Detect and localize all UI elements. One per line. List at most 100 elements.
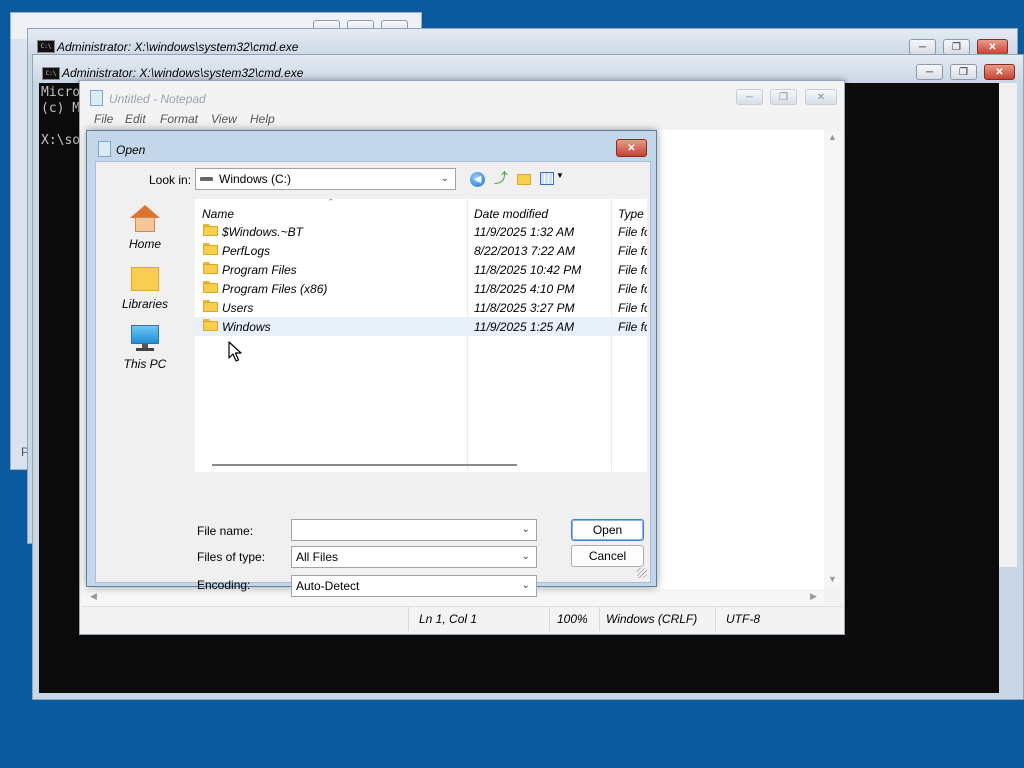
file-row[interactable]: Users 11/8/2025 3:27 PM File fo xyxy=(195,298,647,317)
cmd-1-minimize-button[interactable]: ─ xyxy=(909,39,936,55)
file-date: 11/8/2025 3:27 PM xyxy=(474,301,575,315)
cmd-window-2-title: Administrator: X:\windows\system32\cmd.e… xyxy=(62,66,304,80)
file-type: File fo xyxy=(618,320,647,334)
chevron-down-icon: ⌄ xyxy=(440,172,449,184)
file-row[interactable]: PerfLogs 8/22/2013 7:22 AM File fo xyxy=(195,241,647,260)
menu-view[interactable]: View xyxy=(211,112,237,126)
file-row[interactable]: Windows 11/9/2025 1:25 AM File fo xyxy=(195,317,647,336)
file-date: 11/9/2025 1:32 AM xyxy=(474,225,575,239)
file-row[interactable]: Program Files (x86) 11/8/2025 4:10 PM File… xyxy=(195,279,647,298)
scroll-down-icon[interactable]: ▼ xyxy=(828,574,837,584)
cmd-2-maximize-button[interactable]: ❐ xyxy=(950,64,977,80)
file-type: File fo xyxy=(618,301,647,315)
notepad-vertical-scrollbar[interactable]: ▲ ▼ xyxy=(824,130,841,589)
column-header-name[interactable]: Name xyxy=(202,207,234,221)
place-this-pc-label: This PC xyxy=(123,357,167,371)
files-of-type-value: All Files xyxy=(296,550,339,564)
column-header-date[interactable]: Date modified xyxy=(474,207,548,221)
file-date: 11/8/2025 10:42 PM xyxy=(474,263,582,277)
cancel-button[interactable]: Cancel xyxy=(571,545,644,567)
file-type: File fo xyxy=(618,282,647,296)
horizontal-scrollbar[interactable] xyxy=(212,464,517,466)
status-zoom: 100% xyxy=(557,612,588,626)
look-in-dropdown[interactable]: Windows (C:) ⌄ xyxy=(195,168,456,190)
status-divider xyxy=(715,607,716,631)
status-line-ending: Windows (CRLF) xyxy=(606,612,698,626)
file-type: File fo xyxy=(618,225,647,239)
notepad-icon xyxy=(90,90,103,106)
file-name: Windows xyxy=(222,320,271,334)
menu-file[interactable]: File xyxy=(94,112,113,126)
computer-icon xyxy=(128,325,162,353)
encoding-value: Auto-Detect xyxy=(296,579,360,593)
scroll-right-icon[interactable]: ▶ xyxy=(810,591,817,602)
file-name: PerfLogs xyxy=(222,244,271,258)
notepad-menubar: File Edit Format View Help xyxy=(80,109,844,129)
cmd-window-2-titlebar[interactable]: C:\ Administrator: X:\windows\system32\c… xyxy=(33,55,1023,81)
status-divider xyxy=(408,607,409,631)
encoding-dropdown[interactable]: Auto-Detect ⌄ xyxy=(291,575,537,597)
menu-help[interactable]: Help xyxy=(250,112,275,126)
open-dialog-titlebar[interactable]: Open xyxy=(87,131,656,161)
home-icon xyxy=(128,205,162,233)
notepad-title: Untitled - Notepad xyxy=(109,92,206,106)
libraries-icon xyxy=(128,265,162,293)
status-encoding: UTF-8 xyxy=(726,612,760,626)
status-position: Ln 1, Col 1 xyxy=(419,612,478,626)
file-row[interactable]: $Windows.~BT 11/9/2025 1:32 AM File fo xyxy=(195,222,647,241)
menu-edit[interactable]: Edit xyxy=(125,112,146,126)
cmd-icon: C:\ xyxy=(37,40,55,53)
place-home[interactable]: Home xyxy=(115,205,175,251)
chevron-down-icon: ⌄ xyxy=(521,550,530,562)
column-header-type[interactable]: Type xyxy=(618,207,644,221)
up-one-level-icon[interactable]: ⤴ xyxy=(493,170,509,187)
open-dialog-close-button[interactable]: ✕ xyxy=(616,139,647,157)
open-button[interactable]: Open xyxy=(571,519,644,541)
resize-grip-icon[interactable] xyxy=(637,568,647,578)
file-name: Users xyxy=(222,301,254,315)
notepad-close-button[interactable]: ✕ xyxy=(805,89,837,105)
scroll-up-icon[interactable]: ▲ xyxy=(828,132,837,142)
place-this-pc[interactable]: This PC xyxy=(115,325,175,371)
open-dialog[interactable]: Open ✕ Look in: Windows (C:) ⌄ ◀ ⤴ ▼ Hom… xyxy=(86,130,657,597)
file-name: $Windows.~BT xyxy=(222,225,303,239)
cmd-2-minimize-button[interactable]: ─ xyxy=(916,64,943,80)
menu-format[interactable]: Format xyxy=(160,112,198,126)
cmd-scrollbar[interactable] xyxy=(999,83,1017,567)
cmd-icon: C:\ xyxy=(42,67,60,80)
file-type: File fo xyxy=(618,263,647,277)
file-row[interactable]: Program Files 11/8/2025 10:42 PM File fo xyxy=(195,260,647,279)
status-divider xyxy=(599,607,600,631)
cmd-1-maximize-button[interactable]: ❐ xyxy=(943,39,970,55)
place-home-label: Home xyxy=(128,237,161,251)
cmd-2-close-button[interactable]: ✕ xyxy=(984,64,1015,80)
chevron-down-icon: ⌄ xyxy=(521,579,530,591)
notepad-maximize-button[interactable]: ❐ xyxy=(770,89,797,105)
look-in-label: Look in: xyxy=(149,173,192,187)
back-icon[interactable]: ◀ xyxy=(470,172,485,187)
notepad-statusbar: Ln 1, Col 1 100% Windows (CRLF) UTF-8 xyxy=(82,606,842,631)
cmd-1-close-button[interactable]: ✕ xyxy=(977,39,1008,55)
status-divider xyxy=(549,607,550,631)
file-name-label: File name: xyxy=(197,524,254,538)
look-in-value: Windows (C:) xyxy=(219,172,292,186)
notepad-titlebar[interactable]: Untitled - Notepad xyxy=(80,81,844,107)
notepad-minimize-button[interactable]: ─ xyxy=(736,89,763,105)
file-list[interactable]: ⌃ Name Date modified Type $Windows.~BT 11… xyxy=(195,199,647,472)
chevron-down-icon: ⌄ xyxy=(521,523,530,535)
file-date: 11/8/2025 4:10 PM xyxy=(474,282,575,296)
new-folder-icon[interactable] xyxy=(517,174,531,185)
sort-indicator-icon: ⌃ xyxy=(327,199,335,207)
view-menu-icon[interactable]: ▼ xyxy=(540,171,564,187)
folder-icon xyxy=(203,262,218,274)
files-of-type-dropdown[interactable]: All Files ⌄ xyxy=(291,546,537,568)
file-type: File fo xyxy=(618,244,647,258)
folder-icon xyxy=(203,300,218,312)
files-of-type-label: Files of type: xyxy=(197,550,266,564)
cmd-window-1-titlebar[interactable]: C:\ Administrator: X:\windows\system32\c… xyxy=(28,29,1017,55)
encoding-label: Encoding: xyxy=(197,578,251,592)
place-libraries[interactable]: Libraries xyxy=(115,265,175,311)
scroll-left-icon[interactable]: ◀ xyxy=(90,591,97,602)
file-name-field[interactable]: ⌄ xyxy=(291,519,537,541)
mouse-cursor-icon xyxy=(228,341,242,362)
